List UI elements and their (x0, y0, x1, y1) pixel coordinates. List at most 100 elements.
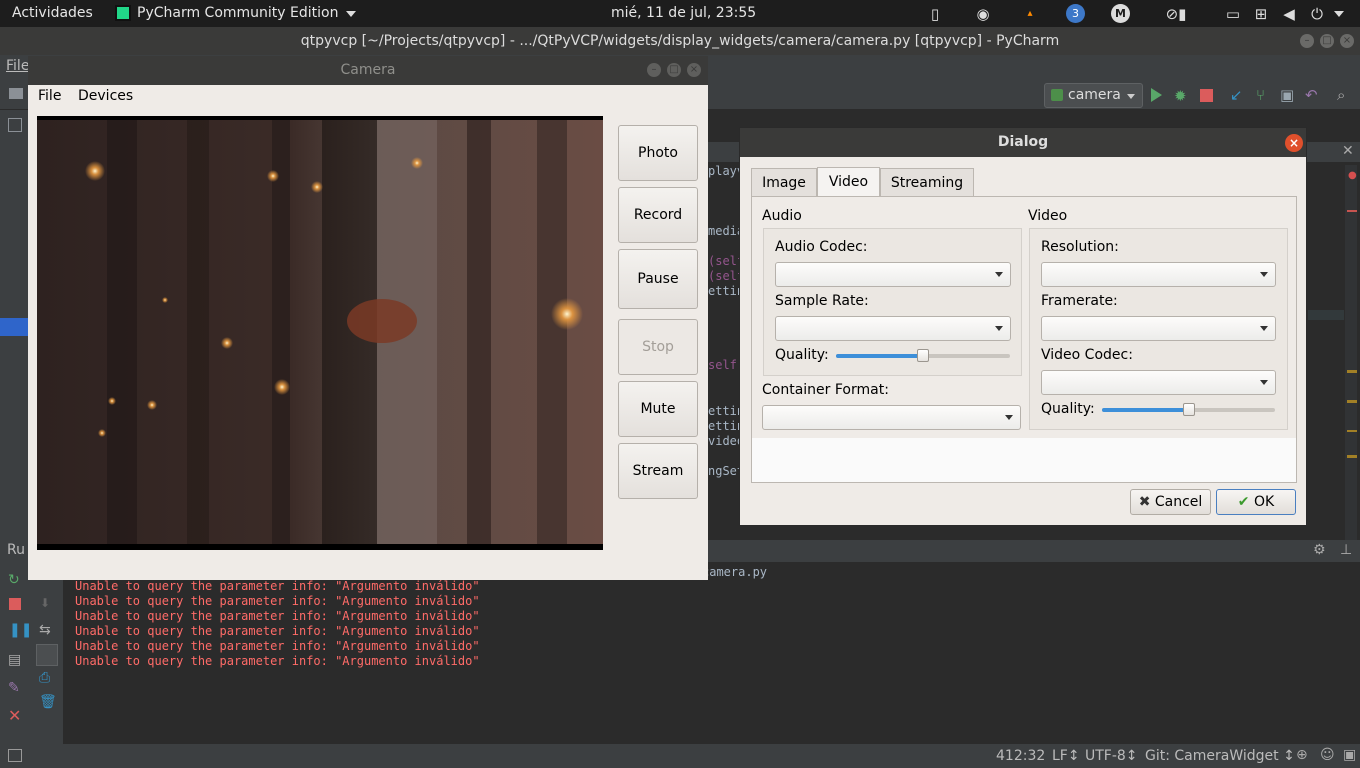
stream-button[interactable]: Stream (618, 443, 698, 499)
line-separator[interactable]: LF↕ (1052, 748, 1080, 764)
tab-video[interactable]: Video (817, 167, 880, 197)
settings-gear-icon[interactable]: ⚙ (1313, 542, 1326, 558)
tab-streaming[interactable]: Streaming (880, 168, 974, 197)
resolution-select[interactable] (1041, 262, 1276, 287)
pin-icon[interactable]: ✎ (8, 680, 20, 696)
console-line: Unable to query the parameter info: "Arg… (75, 594, 480, 608)
stop-icon[interactable] (1200, 89, 1213, 102)
event-log-icon[interactable]: ▣ (1343, 747, 1356, 763)
system-menu-chevron-icon[interactable] (1334, 11, 1344, 17)
system-top-bar: Actividades PyCharm Community Edition mi… (0, 0, 1360, 27)
rerun-icon[interactable]: ↻ (8, 572, 20, 588)
close-editor-icon[interactable]: ✕ (1342, 143, 1354, 159)
menu-file[interactable]: File (38, 88, 61, 104)
vcs-update-icon[interactable]: ↙ (1230, 86, 1243, 104)
tab-image[interactable]: Image (751, 168, 817, 197)
close-run-icon[interactable]: ✕ (8, 706, 21, 725)
file-encoding[interactable]: UTF-8↕ (1085, 748, 1138, 764)
pycharm-window-title: qtpyvcp [~/Projects/qtpyvcp] - .../QtPyV… (300, 33, 1060, 49)
scroll-to-end-icon[interactable] (36, 644, 58, 666)
mail-icon[interactable]: M (1111, 4, 1130, 23)
search-icon[interactable]: ⌕ (1337, 86, 1345, 104)
run-config-select[interactable]: camera (1044, 83, 1143, 108)
sample-rate-select[interactable] (775, 316, 1011, 341)
folder-icon[interactable] (9, 88, 23, 99)
close-icon[interactable]: × (1340, 34, 1354, 48)
resolution-label: Resolution: (1041, 239, 1119, 255)
caret-position[interactable]: 412:32 (996, 748, 1045, 764)
lock-icon[interactable]: ⊕ (1296, 747, 1308, 763)
console-line: Unable to query the parameter info: "Arg… (75, 639, 480, 653)
toggle-tool-windows-icon[interactable] (8, 749, 22, 762)
inspector-icon[interactable]: ☺ (1320, 747, 1335, 763)
video-codec-select[interactable] (1041, 370, 1276, 395)
menu-devices[interactable]: Devices (78, 88, 133, 104)
clock[interactable]: mié, 11 de jul, 23:55 (611, 5, 756, 21)
pycharm-titlebar: qtpyvcp [~/Projects/qtpyvcp] - .../QtPyV… (0, 27, 1360, 55)
git-branch[interactable]: Git: CameraWidget ↕ (1145, 748, 1295, 764)
network-icon[interactable]: ⊞ (1251, 4, 1271, 24)
sample-rate-label: Sample Rate: (775, 293, 869, 309)
close-icon[interactable]: × (687, 63, 701, 77)
phone-icon[interactable]: ▯ (925, 4, 945, 24)
maximize-icon[interactable]: □ (667, 63, 681, 77)
ok-button[interactable]: ✔ OK (1216, 489, 1296, 515)
notification-badge[interactable]: 3 (1066, 4, 1085, 23)
activities-button[interactable]: Actividades (12, 5, 93, 21)
camera-window: Camera – □ × File Devices Photo Record P… (28, 56, 708, 580)
run-console[interactable]: camera.py Unable to query the parameter … (64, 562, 1360, 744)
dialog-title: Dialog (997, 134, 1049, 150)
audio-quality-slider[interactable] (836, 349, 1010, 362)
warning-icon[interactable]: ▴ (1020, 4, 1040, 24)
error-stripe[interactable] (1345, 165, 1357, 545)
audio-codec-select[interactable] (775, 262, 1011, 287)
volume-icon[interactable]: ◀ (1279, 4, 1299, 24)
video-quality-slider[interactable] (1102, 403, 1275, 416)
minimize-icon[interactable]: – (647, 63, 661, 77)
history-icon[interactable]: ▣ (1280, 86, 1294, 104)
cancel-button[interactable]: ✖ Cancel (1130, 489, 1211, 515)
revert-icon[interactable]: ↶ (1305, 86, 1318, 104)
container-format-select[interactable] (762, 405, 1021, 430)
hide-panel-icon[interactable]: ⊥ (1340, 542, 1352, 558)
power-icon[interactable]: ⏻ (1307, 4, 1327, 24)
photo-button[interactable]: Photo (618, 125, 698, 181)
framerate-select[interactable] (1041, 316, 1276, 341)
debug-icon[interactable]: ✹ (1174, 87, 1187, 105)
maximize-icon[interactable]: □ (1320, 34, 1334, 48)
audio-codec-label: Audio Codec: (775, 239, 868, 255)
soft-wrap-icon[interactable]: ⇆ (39, 622, 51, 638)
chevron-down-icon[interactable] (346, 11, 356, 17)
connection-icon[interactable]: ⊘▮ (1160, 4, 1192, 24)
pause-icon[interactable]: ❚❚ (9, 622, 32, 638)
layout-icon[interactable]: ▤ (8, 652, 21, 668)
down-arrow-icon[interactable]: ⬇ (40, 596, 50, 610)
display-icon[interactable]: ▭ (1223, 4, 1243, 24)
run-tab-label[interactable]: Ru (7, 542, 25, 558)
camera-window-title: Camera (340, 62, 396, 78)
selected-tree-row[interactable] (0, 318, 28, 336)
run-icon[interactable] (1151, 88, 1162, 102)
console-header-line: camera.py (702, 565, 768, 579)
vcs-commit-icon[interactable]: ⑂ (1256, 86, 1265, 104)
structure-icon[interactable] (8, 118, 22, 132)
stop-icon[interactable] (9, 598, 21, 610)
discord-icon[interactable]: ◉ (972, 4, 994, 24)
stop-button[interactable]: Stop (618, 319, 698, 375)
menu-file[interactable]: File (6, 58, 29, 74)
minimize-icon[interactable]: – (1300, 34, 1314, 48)
error-icon[interactable]: ● (1348, 170, 1357, 181)
video-quality-label: Quality: (1041, 401, 1095, 417)
slider-handle[interactable] (1183, 403, 1195, 416)
python-icon (1051, 89, 1063, 101)
stripe-marker (1347, 430, 1357, 432)
trash-icon[interactable]: 🗑 (39, 694, 57, 710)
mute-button[interactable]: Mute (618, 381, 698, 437)
pause-button[interactable]: Pause (618, 249, 698, 309)
slider-handle[interactable] (917, 349, 929, 362)
record-button[interactable]: Record (618, 187, 698, 243)
print-icon[interactable]: ⎙ (39, 670, 50, 686)
close-icon[interactable]: × (1285, 134, 1303, 152)
audio-quality-label: Quality: (775, 347, 829, 363)
app-menu-label[interactable]: PyCharm Community Edition (137, 5, 338, 21)
